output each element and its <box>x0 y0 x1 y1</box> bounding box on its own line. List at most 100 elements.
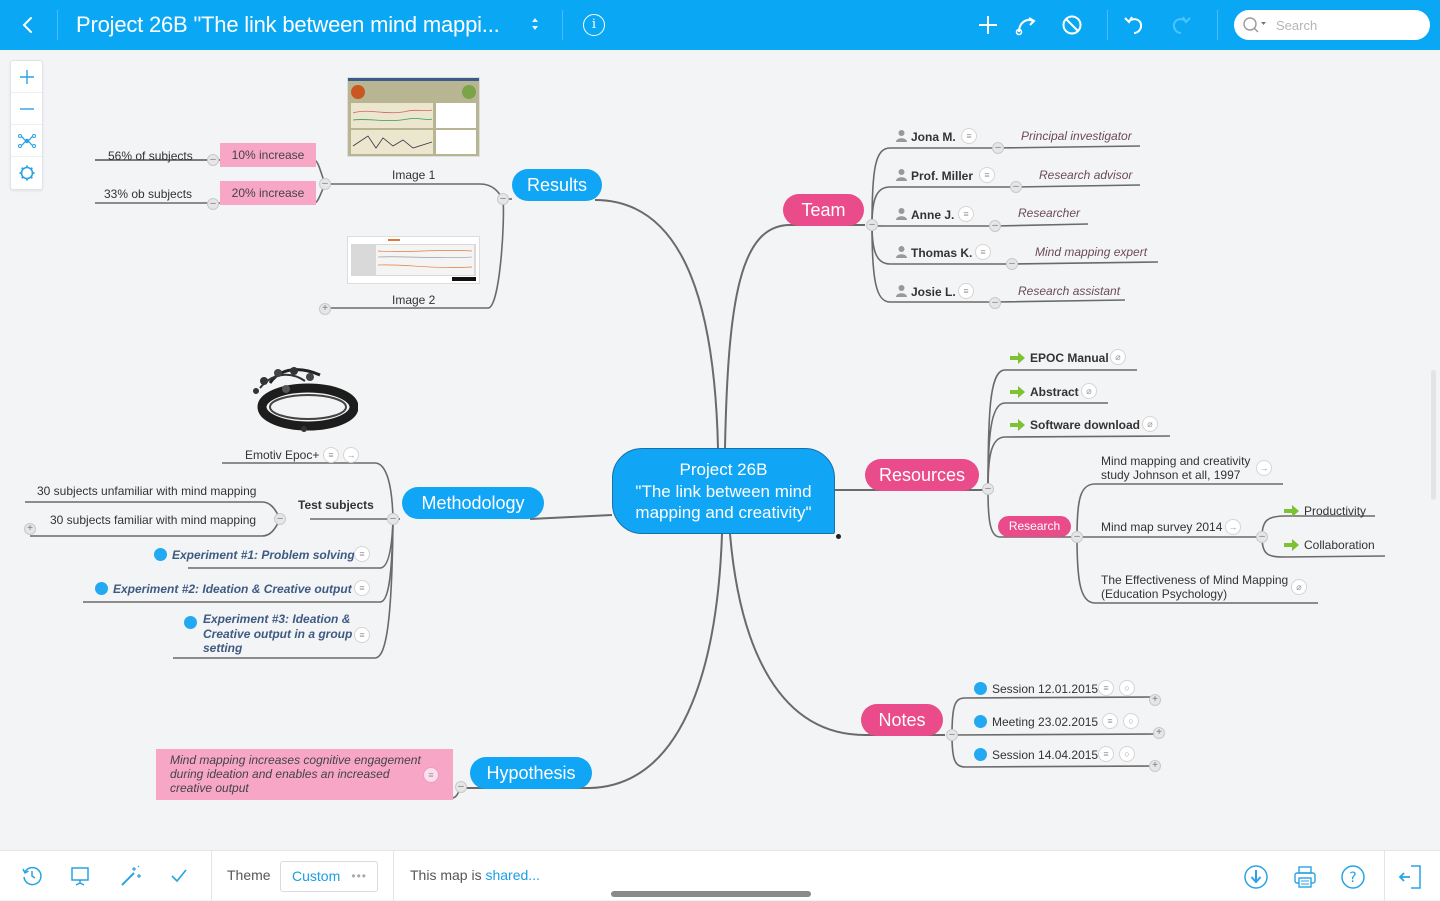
result-detail[interactable]: 33% ob subjects <box>104 187 192 201</box>
topic-notes[interactable]: Notes <box>861 704 943 736</box>
team-member[interactable]: Prof. Miller <box>895 167 973 185</box>
remove-button[interactable] <box>1059 12 1085 38</box>
topic-results[interactable]: Results <box>512 169 602 201</box>
central-topic[interactable]: Project 26B "The link between mind mappi… <box>612 448 835 534</box>
comment-button[interactable]: ○ <box>1119 746 1135 762</box>
result-10-percent[interactable]: 10% increase <box>220 143 316 167</box>
link-button[interactable]: → <box>1256 460 1272 476</box>
research-item[interactable]: The Effectiveness of Mind Mapping (Educa… <box>1101 573 1288 601</box>
result-20-percent[interactable]: 20% increase <box>220 181 316 205</box>
info-button[interactable]: i <box>583 14 605 36</box>
expand-toggle[interactable]: + <box>319 303 331 315</box>
hypothesis-statement[interactable]: Mind mapping increases cognitive engagem… <box>156 749 453 800</box>
note-item[interactable]: Meeting 23.02.2015 <box>974 713 1098 731</box>
check-button[interactable] <box>167 864 191 888</box>
notes-button[interactable]: ≡ <box>958 206 974 222</box>
collapse-toggle[interactable]: – <box>982 483 994 495</box>
notes-button[interactable]: ≡ <box>961 128 977 144</box>
fit-map-button[interactable] <box>11 125 42 157</box>
notes-button[interactable]: ≡ <box>1102 713 1118 729</box>
result-detail[interactable]: 56% of subjects <box>108 149 193 163</box>
member-role[interactable]: Mind mapping expert <box>1035 245 1147 259</box>
test-subjects-child[interactable]: 30 subjects unfamiliar with mind mapping <box>37 484 256 498</box>
image-1-thumbnail[interactable] <box>347 77 480 157</box>
collapse-toggle[interactable]: – <box>992 142 1004 154</box>
experiment-node[interactable]: Experiment #2: Ideation & Creative outpu… <box>95 580 352 598</box>
resize-handle[interactable] <box>836 534 841 539</box>
collapse-toggle[interactable]: – <box>1071 531 1083 543</box>
headset-image[interactable] <box>250 363 359 435</box>
topic-research[interactable]: Research <box>998 516 1071 537</box>
topic-resources[interactable]: Resources <box>865 459 979 491</box>
expand-toggle[interactable]: + <box>1153 727 1165 739</box>
team-member[interactable]: Josie L. <box>895 283 956 301</box>
magic-wand-button[interactable] <box>119 864 143 888</box>
download-button[interactable] <box>1243 864 1268 889</box>
test-subjects-child[interactable]: 30 subjects familiar with mind mapping <box>50 513 256 527</box>
note-item[interactable]: Session 12.01.2015 <box>974 680 1098 698</box>
title-menu-toggle[interactable] <box>529 14 541 36</box>
notes-button[interactable]: ≡ <box>958 283 974 299</box>
survey-child[interactable]: Collaboration <box>1284 536 1375 554</box>
history-button[interactable] <box>20 864 44 888</box>
share-link[interactable]: shared... <box>485 867 539 883</box>
device-label[interactable]: Emotiv Epoc+ <box>245 448 319 462</box>
print-button[interactable] <box>1292 864 1316 888</box>
research-item[interactable]: Mind map survey 2014 <box>1101 520 1222 534</box>
attachment-button[interactable]: ⌀ <box>1291 579 1307 595</box>
notes-button[interactable]: ≡ <box>975 244 991 260</box>
undo-button[interactable] <box>1121 12 1147 38</box>
notes-button[interactable]: ≡ <box>1098 680 1114 696</box>
horizontal-scrollbar[interactable] <box>611 891 811 897</box>
team-member[interactable]: Jona M. <box>895 128 956 146</box>
link-button[interactable]: → <box>1225 519 1241 535</box>
attachment-button[interactable]: ⌀ <box>1110 349 1126 365</box>
collapse-toggle[interactable]: – <box>989 220 1001 232</box>
redo-button[interactable] <box>1168 12 1194 38</box>
team-member[interactable]: Thomas K. <box>895 244 972 262</box>
search-input[interactable] <box>1276 16 1416 34</box>
search-box[interactable] <box>1234 10 1430 40</box>
topic-methodology[interactable]: Methodology <box>402 487 544 519</box>
collapse-toggle[interactable]: – <box>866 219 878 231</box>
topic-team[interactable]: Team <box>783 194 864 226</box>
presentation-button[interactable] <box>68 864 92 888</box>
team-member[interactable]: Anne J. <box>895 206 954 224</box>
collapse-toggle[interactable]: – <box>497 193 509 205</box>
resource-link[interactable]: Software download <box>1010 416 1140 434</box>
notes-button[interactable]: ≡ <box>354 580 370 596</box>
add-topic-button[interactable] <box>975 12 1001 38</box>
map-title[interactable]: Project 26B "The link between mind mappi… <box>76 10 500 40</box>
comment-button[interactable]: ○ <box>1123 713 1139 729</box>
topic-hypothesis[interactable]: Hypothesis <box>470 757 592 789</box>
attachment-button[interactable]: ⌀ <box>1081 383 1097 399</box>
notes-button[interactable]: ≡ <box>323 447 339 463</box>
collapse-toggle[interactable]: – <box>1006 258 1018 270</box>
attachment-button[interactable]: ⌀ <box>1142 416 1158 432</box>
collapse-toggle[interactable]: – <box>207 154 219 166</box>
link-button[interactable]: → <box>343 447 359 463</box>
theme-selector[interactable]: Custom ••• <box>280 861 378 892</box>
experiment-node[interactable]: Experiment #3: Ideation & Creative outpu… <box>184 612 352 656</box>
collapse-toggle[interactable]: – <box>1010 181 1022 193</box>
settings-button[interactable] <box>11 157 42 189</box>
collapse-toggle[interactable]: – <box>207 198 219 210</box>
survey-child[interactable]: Productivity <box>1284 502 1366 520</box>
expand-toggle[interactable]: + <box>1149 760 1161 772</box>
collapse-toggle[interactable]: – <box>319 178 331 190</box>
expand-toggle[interactable]: + <box>1149 694 1161 706</box>
test-subjects-node[interactable]: Test subjects <box>298 498 374 512</box>
notes-button[interactable]: ≡ <box>979 167 995 183</box>
member-role[interactable]: Research advisor <box>1039 168 1132 182</box>
mind-map-canvas[interactable]: Project 26B "The link between mind mappi… <box>0 50 1440 850</box>
collapse-toggle[interactable]: – <box>455 781 467 793</box>
help-button[interactable]: ? <box>1340 864 1365 889</box>
collapse-toggle[interactable]: – <box>1256 531 1268 543</box>
experiment-node[interactable]: Experiment #1: Problem solving <box>154 546 355 564</box>
resource-link[interactable]: EPOC Manual <box>1010 349 1109 367</box>
collapse-toggle[interactable]: – <box>989 297 1001 309</box>
collapse-toggle[interactable]: – <box>387 513 399 525</box>
vertical-scrollbar[interactable] <box>1431 370 1436 500</box>
collapse-toggle[interactable]: – <box>946 729 958 741</box>
add-relation-button[interactable] <box>1013 12 1039 38</box>
